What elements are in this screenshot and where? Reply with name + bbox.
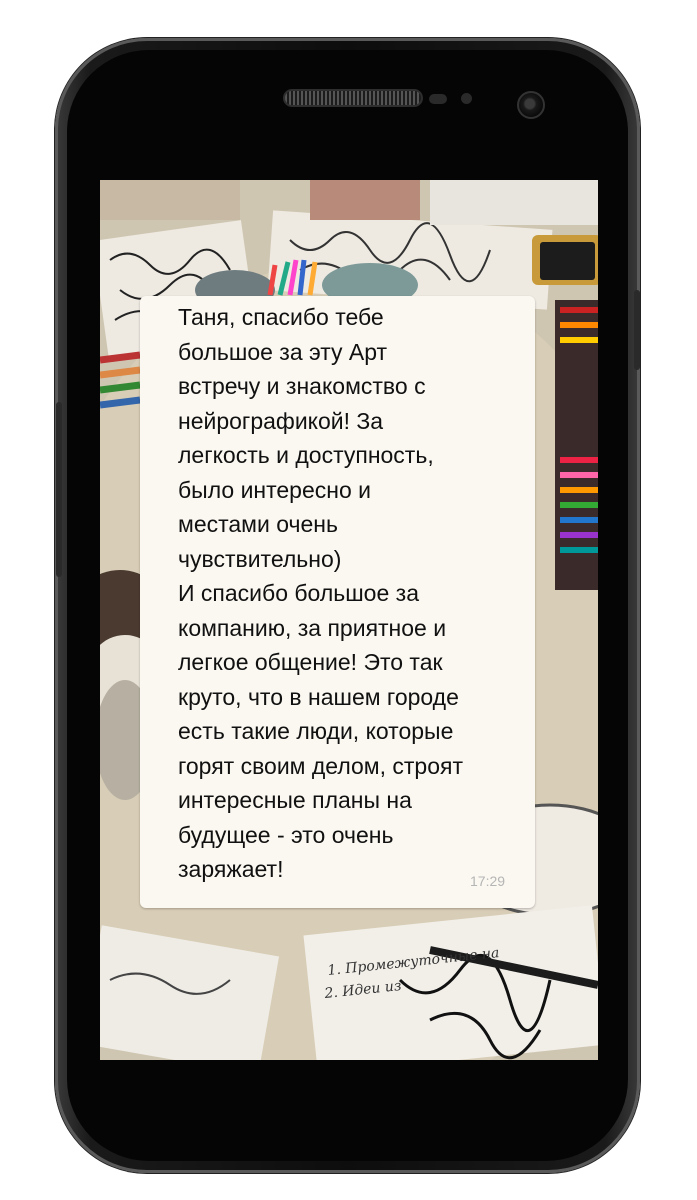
phone-power-button (634, 290, 640, 370)
earpiece-speaker (283, 89, 423, 107)
message-text: Таня, спасибо тебе большое за эту Арт вс… (178, 304, 464, 882)
phone-volume-button (56, 402, 62, 577)
proximity-sensor (429, 94, 447, 104)
message-bubble-tail (146, 880, 162, 892)
message-timestamp: 17:29 (470, 873, 506, 889)
light-sensor (461, 93, 472, 104)
front-camera-icon (517, 91, 545, 119)
